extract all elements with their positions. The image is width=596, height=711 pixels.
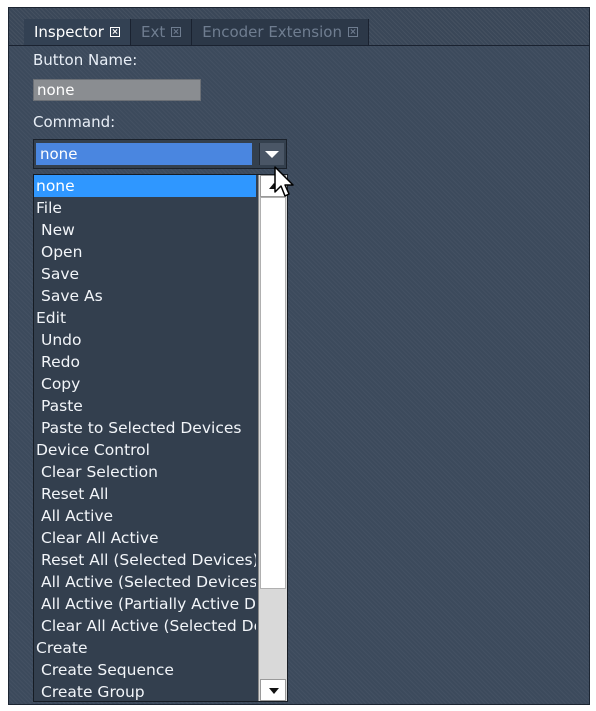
close-icon[interactable]	[109, 27, 120, 37]
button-name-label: Button Name:	[33, 51, 138, 69]
list-item[interactable]: none	[34, 175, 256, 197]
button-name-field[interactable]: none	[33, 79, 201, 101]
tab-ext[interactable]: Ext	[130, 19, 193, 45]
list-item[interactable]: Save	[34, 263, 256, 285]
scrollbar-thumb[interactable]	[260, 197, 286, 589]
list-item[interactable]: Reset All (Selected Devices)	[34, 549, 256, 571]
list-item[interactable]: Paste to Selected Devices	[34, 417, 256, 439]
list-item[interactable]: Save As	[34, 285, 256, 307]
command-label: Command:	[33, 113, 116, 131]
tab-label: Encoder Extension	[202, 23, 342, 41]
tab-label: Inspector	[34, 23, 104, 41]
list-item[interactable]: Redo	[34, 351, 256, 373]
dropdown-items: none File New Open Save Save As Edit Undo Redo Co…	[34, 175, 256, 701]
list-item[interactable]: Paste	[34, 395, 256, 417]
inspector-panel: Inspector Ext Encoder Extension Button N…	[8, 7, 590, 705]
list-item[interactable]: Copy	[34, 373, 256, 395]
list-item[interactable]: All Active (Partially Active Devices)	[34, 593, 256, 615]
list-item[interactable]: Create	[34, 637, 256, 659]
list-item[interactable]: Clear All Active (Selected Devices)	[34, 615, 256, 637]
list-item[interactable]: Undo	[34, 329, 256, 351]
list-item[interactable]: Clear Selection	[34, 461, 256, 483]
scroll-down-button[interactable]	[260, 679, 286, 701]
list-item[interactable]: Clear All Active	[34, 527, 256, 549]
list-item[interactable]: Reset All	[34, 483, 256, 505]
tab-encoder-extension[interactable]: Encoder Extension	[192, 19, 369, 45]
list-item[interactable]: All Active	[34, 505, 256, 527]
command-select-value[interactable]: none	[36, 143, 252, 165]
dropdown-button[interactable]	[259, 143, 284, 165]
list-item[interactable]: File	[34, 197, 256, 219]
mouse-cursor-icon	[274, 166, 294, 197]
list-item[interactable]: Create Sequence	[34, 659, 256, 681]
command-dropdown-list[interactable]: none File New Open Save Save As Edit Undo Redo Co…	[33, 174, 288, 702]
arrow-down-icon	[269, 688, 279, 694]
close-icon[interactable]	[171, 27, 182, 37]
tab-inspector[interactable]: Inspector	[24, 19, 131, 45]
tab-bar: Inspector Ext Encoder Extension	[9, 8, 589, 46]
list-item[interactable]: Edit	[34, 307, 256, 329]
list-item[interactable]: Device Control	[34, 439, 256, 461]
list-item[interactable]: Create Group	[34, 681, 256, 701]
list-item[interactable]: All Active (Selected Devices)	[34, 571, 256, 593]
tab-label: Ext	[140, 23, 166, 41]
scrollbar[interactable]	[258, 175, 287, 701]
command-select[interactable]: none	[33, 139, 287, 169]
list-item[interactable]: Open	[34, 241, 256, 263]
chevron-down-icon	[265, 151, 279, 158]
list-item[interactable]: New	[34, 219, 256, 241]
close-icon[interactable]	[347, 27, 358, 37]
